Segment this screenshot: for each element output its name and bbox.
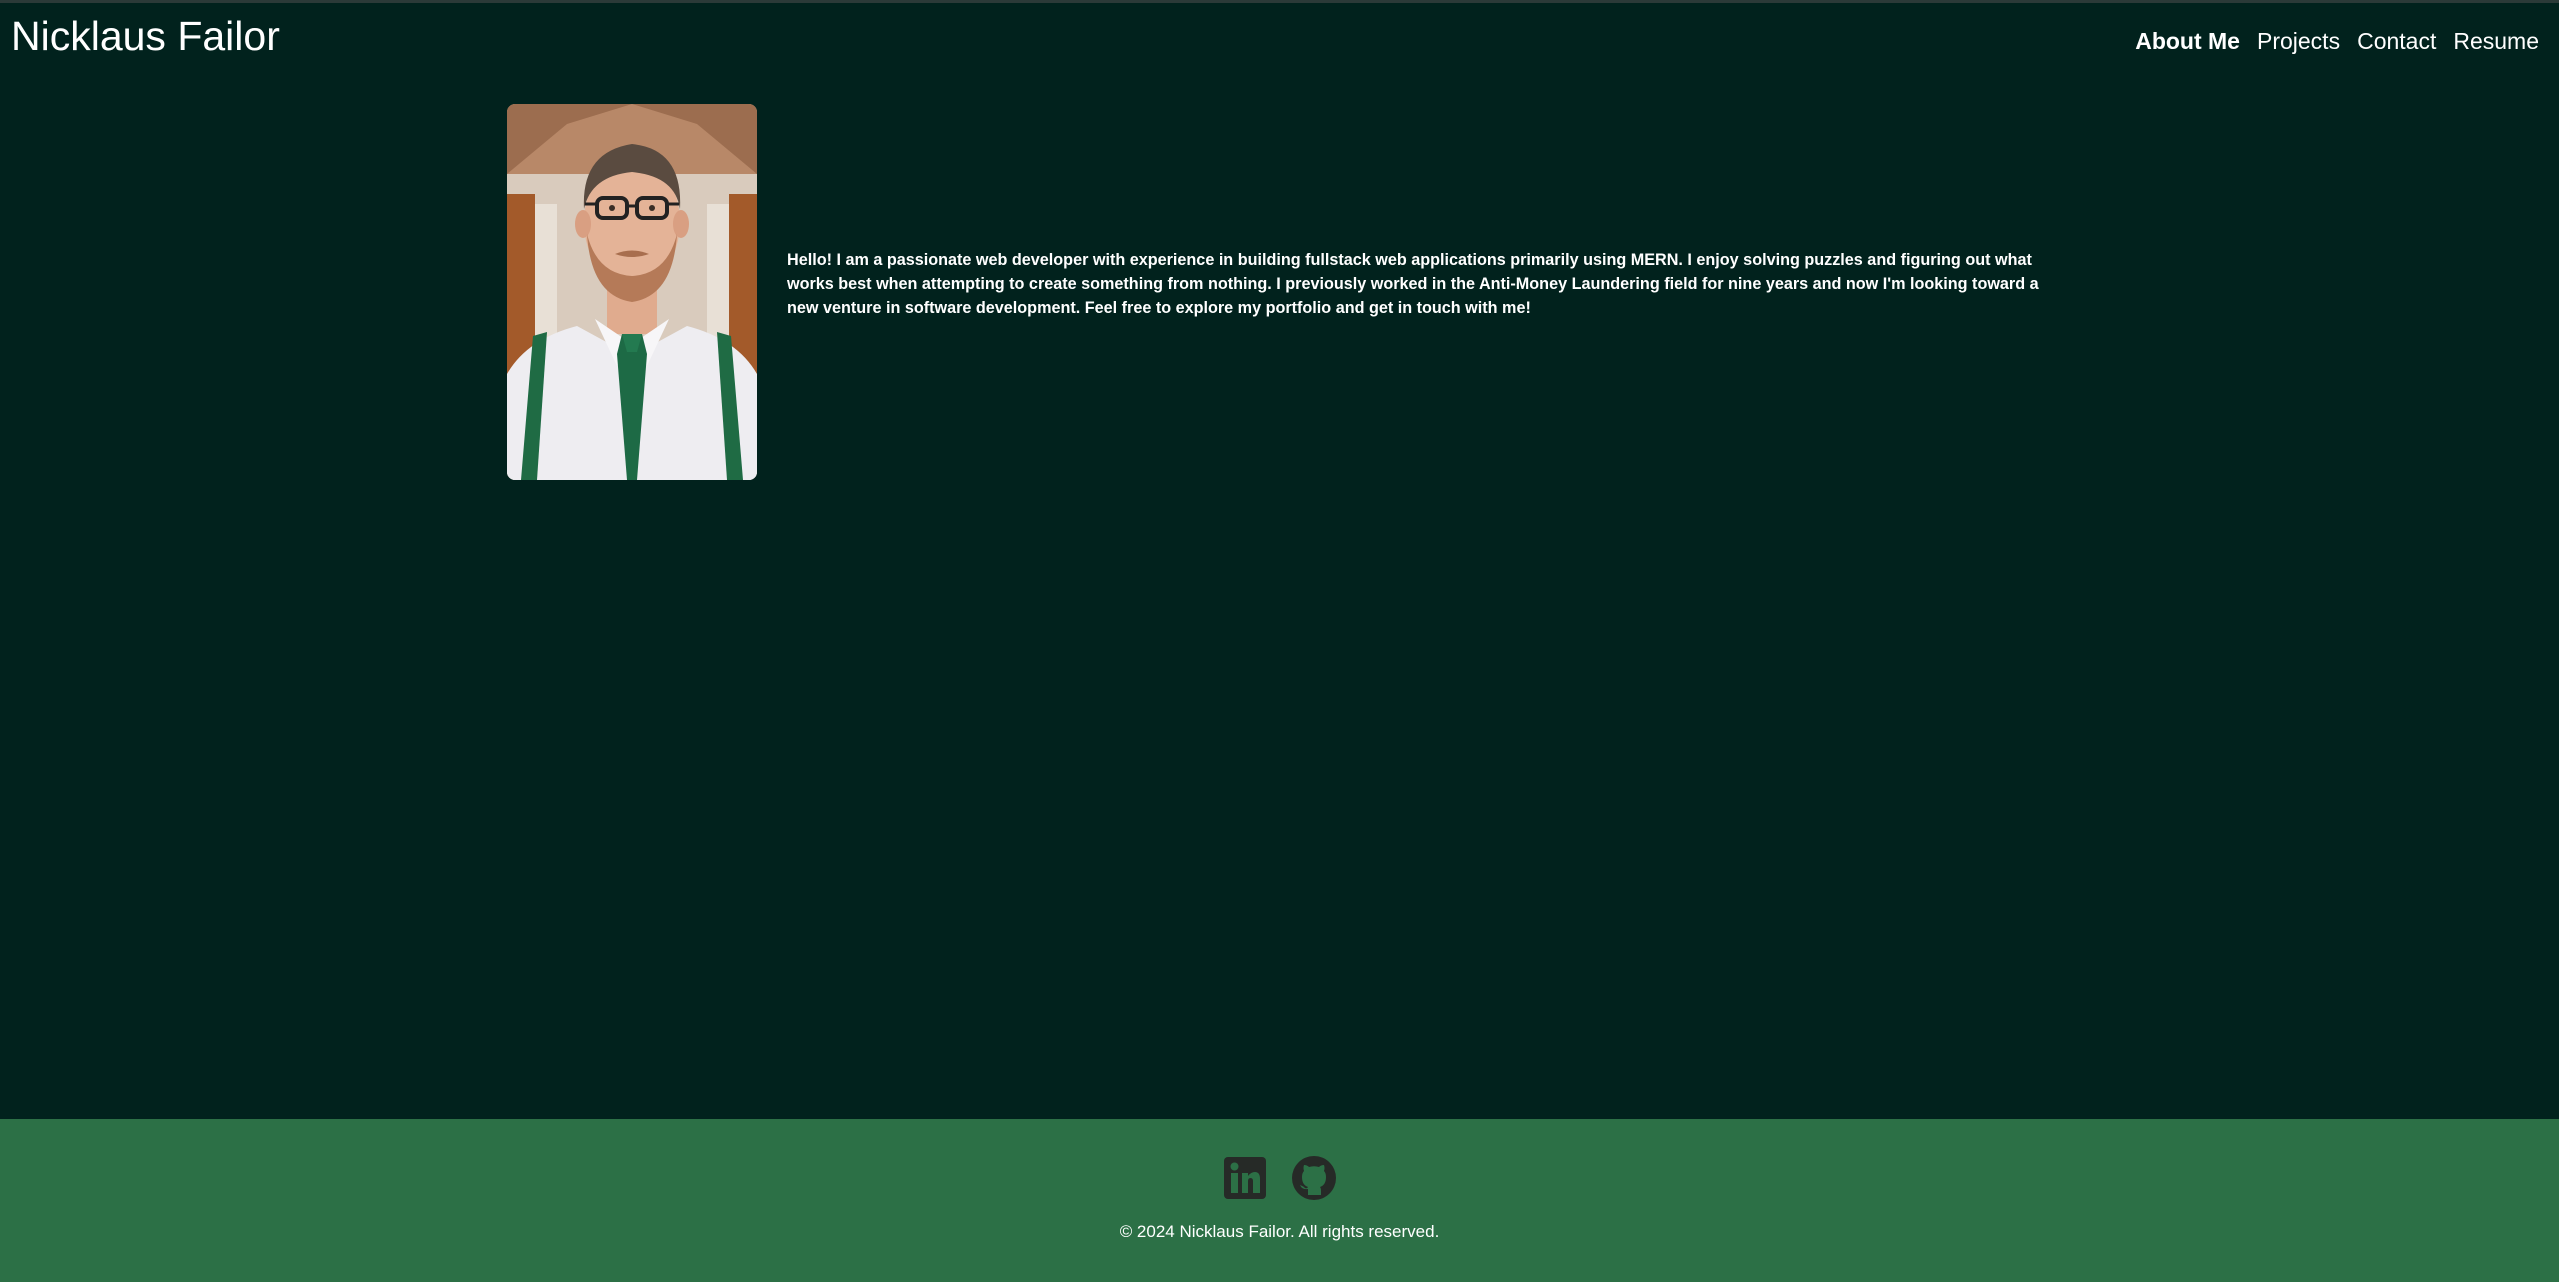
nav-link-resume[interactable]: Resume bbox=[2453, 28, 2539, 54]
profile-photo bbox=[507, 104, 757, 480]
site-header: Nicklaus Failor About Me Projects Contac… bbox=[0, 3, 2559, 81]
copyright-text: © 2024 Nicklaus Failor. All rights reser… bbox=[1119, 1222, 1440, 1241]
nav-link-contact[interactable]: Contact bbox=[2357, 28, 2436, 54]
site-footer: © 2024 Nicklaus Failor. All rights reser… bbox=[0, 1119, 2559, 1282]
site-title: Nicklaus Failor bbox=[11, 13, 280, 59]
social-links bbox=[1222, 1155, 1337, 1201]
linkedin-link[interactable] bbox=[1222, 1155, 1268, 1201]
nav-link-about-me[interactable]: About Me bbox=[2135, 28, 2240, 54]
github-icon bbox=[1292, 1156, 1336, 1200]
nav-link-projects[interactable]: Projects bbox=[2257, 28, 2340, 54]
main-nav: About Me Projects Contact Resume bbox=[2135, 28, 2539, 54]
github-link[interactable] bbox=[1291, 1155, 1337, 1201]
linkedin-icon bbox=[1224, 1157, 1266, 1199]
bio-text: Hello! I am a passionate web developer w… bbox=[787, 251, 2039, 317]
